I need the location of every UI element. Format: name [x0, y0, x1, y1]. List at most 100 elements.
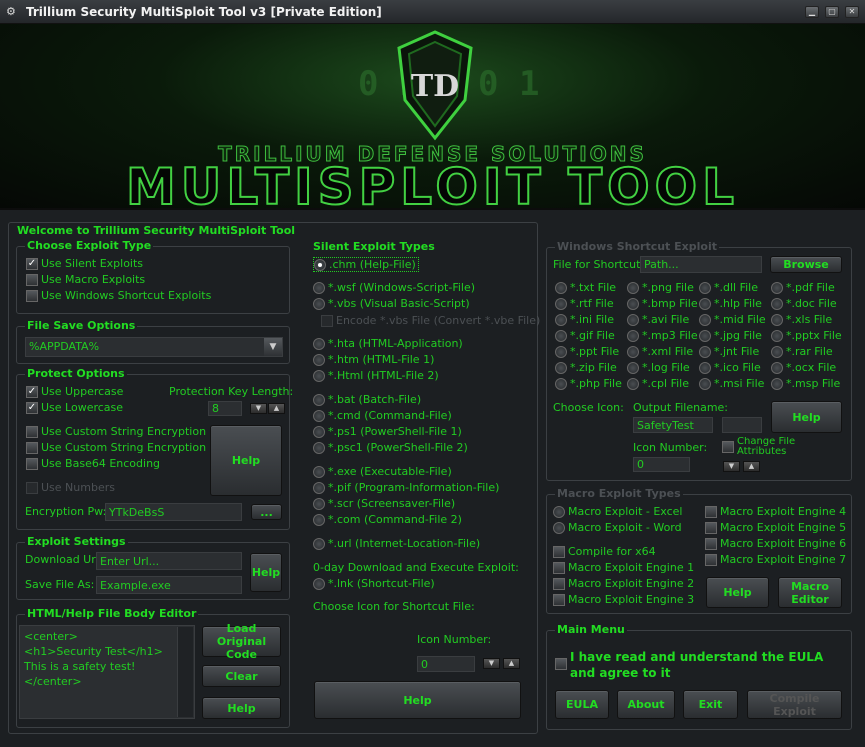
macro-engine-5-checkbox[interactable]: Macro Exploit Engine 5 — [705, 521, 846, 534]
radio-ext-mp3file[interactable]: *.mp3 File — [627, 329, 698, 342]
radio-ext-rtffile[interactable]: *.rtf File — [555, 297, 614, 310]
custom-encryption-2-checkbox[interactable]: Use Custom String Encryption 2 — [26, 441, 217, 454]
about-button[interactable]: About — [617, 690, 675, 719]
radio-ext-txtfile[interactable]: *.txt File — [555, 281, 616, 294]
radio-scr[interactable]: *.scr (Screensaver-File) — [313, 497, 455, 510]
protect-help-button[interactable]: Help — [210, 425, 282, 496]
radio-ext-ocxfile[interactable]: *.ocx File — [771, 361, 836, 374]
macro-editor-button[interactable]: Macro Editor — [778, 577, 842, 608]
macro-engine-6-checkbox[interactable]: Macro Exploit Engine 6 — [705, 537, 846, 550]
radio-lnk[interactable]: *.lnk (Shortcut-File) — [313, 577, 435, 590]
radio-ext-cplfile[interactable]: *.cpl File — [627, 377, 689, 390]
download-url-input[interactable]: Enter Url... — [96, 552, 242, 570]
lowercase-checkbox[interactable]: ✓ Use Lowercase — [26, 401, 123, 414]
maximize-button[interactable]: ▢ — [825, 6, 839, 18]
eula-agree-checkbox[interactable]: I have read and understand the EULA and … — [555, 649, 842, 681]
radio-ext-inifile[interactable]: *.ini File — [555, 313, 614, 326]
eula-button[interactable]: EULA — [555, 690, 609, 719]
minimize-button[interactable]: ▁ — [805, 6, 819, 18]
radio-ext-pptxfile[interactable]: *.pptx File — [771, 329, 842, 342]
base64-checkbox[interactable]: Use Base64 Encoding — [26, 457, 160, 470]
macro-engine-4-checkbox[interactable]: Macro Exploit Engine 4 — [705, 505, 846, 518]
macro-engine-3-checkbox[interactable]: Macro Exploit Engine 3 — [553, 593, 694, 606]
shortcut-help-button[interactable]: Help — [771, 401, 842, 433]
radio-ext-rarfile[interactable]: *.rar File — [771, 345, 833, 358]
shortcut-path-input[interactable]: Path... — [640, 256, 762, 273]
radio-vbs[interactable]: *.vbs (Visual Basic-Script) — [313, 297, 470, 310]
shortcut-icon-number-input[interactable]: 0 — [633, 457, 690, 472]
radio-ext-jntfile[interactable]: *.jnt File — [699, 345, 759, 358]
compile-x64-checkbox[interactable]: Compile for x64 — [553, 545, 656, 558]
spin-up-icon[interactable]: ▲ — [743, 461, 760, 472]
radio-ext-pngfile[interactable]: *.png File — [627, 281, 694, 294]
load-original-code-button[interactable]: Load Original Code — [202, 622, 281, 661]
close-button[interactable]: ✕ — [845, 6, 859, 18]
key-length-input[interactable]: 8 — [208, 401, 242, 416]
encryption-pw-input[interactable]: YTkDeBsS — [105, 503, 242, 521]
save-file-input[interactable]: Example.exe — [96, 576, 242, 594]
exit-button[interactable]: Exit — [683, 690, 738, 719]
radio-com[interactable]: *.com (Command-File 2) — [313, 513, 462, 526]
encryption-pw-generate-button[interactable]: ... — [251, 504, 282, 520]
radio-ext-logfile[interactable]: *.log File — [627, 361, 690, 374]
file-save-dropdown[interactable]: %APPDATA% ▼ — [25, 337, 283, 357]
clear-button[interactable]: Clear — [202, 665, 281, 687]
radio-ext-bmpfile[interactable]: *.bmp File — [627, 297, 698, 310]
radio-exe[interactable]: *.exe (Executable-File) — [313, 465, 452, 478]
macro-engine-7-checkbox[interactable]: Macro Exploit Engine 7 — [705, 553, 846, 566]
output-extension-input[interactable] — [722, 417, 762, 433]
uppercase-checkbox[interactable]: ✓ Use Uppercase — [26, 385, 123, 398]
html-body-editor[interactable]: <center> <h1>Security Test</h1> This is … — [19, 625, 195, 719]
radio-ext-xmlfile[interactable]: *.xml File — [627, 345, 693, 358]
radio-cmd[interactable]: *.cmd (Command-File) — [313, 409, 452, 422]
spin-down-icon[interactable]: ▼ — [723, 461, 740, 472]
change-attributes-checkbox[interactable]: Change File Attributes — [722, 437, 807, 459]
editor-scrollbar[interactable] — [177, 627, 193, 717]
browse-button[interactable]: Browse — [770, 256, 842, 273]
radio-ext-zipfile[interactable]: *.zip File — [555, 361, 617, 374]
radio-pif[interactable]: *.pif (Program-Information-File) — [313, 481, 499, 494]
radio-ext-xlsfile[interactable]: *.xls File — [771, 313, 832, 326]
radio-ext-midfile[interactable]: *.mid File — [699, 313, 766, 326]
silent-icon-number-input[interactable]: 0 — [417, 656, 475, 672]
radio-ext-dllfile[interactable]: *.dll File — [699, 281, 758, 294]
macro-help-button[interactable]: Help — [706, 577, 769, 608]
custom-encryption-1-checkbox[interactable]: Use Custom String Encryption 1 — [26, 425, 217, 438]
radio-ext-jpgfile[interactable]: *.jpg File — [699, 329, 762, 342]
compile-exploit-button[interactable]: Compile Exploit — [747, 690, 842, 719]
radio-html[interactable]: *.Html (HTML-File 2) — [313, 369, 439, 382]
spin-up-icon[interactable]: ▲ — [503, 658, 520, 669]
chevron-down-icon[interactable]: ▼ — [264, 338, 282, 356]
radio-url[interactable]: *.url (Internet-Location-File) — [313, 537, 480, 550]
radio-ext-giffile[interactable]: *.gif File — [555, 329, 615, 342]
silent-exploits-checkbox[interactable]: ✓ Use Silent Exploits — [26, 257, 143, 270]
title-bar[interactable]: ⚙ Trillium Security MultiSploit Tool v3 … — [0, 0, 865, 24]
output-filename-input[interactable]: SafetyTest — [633, 417, 713, 433]
spin-up-icon[interactable]: ▲ — [268, 403, 285, 414]
silent-help-button[interactable]: Help — [314, 681, 521, 719]
radio-ext-docfile[interactable]: *.doc File — [771, 297, 837, 310]
radio-psc1[interactable]: *.psc1 (PowerShell-File 2) — [313, 441, 468, 454]
numbers-checkbox[interactable]: Use Numbers — [26, 481, 115, 494]
radio-ext-hlpfile[interactable]: *.hlp File — [699, 297, 762, 310]
spin-down-icon[interactable]: ▼ — [483, 658, 500, 669]
radio-ext-pptfile[interactable]: *.ppt File — [555, 345, 619, 358]
radio-ext-avifile[interactable]: *.avi File — [627, 313, 689, 326]
macro-engine-2-checkbox[interactable]: Macro Exploit Engine 2 — [553, 577, 694, 590]
radio-ps1[interactable]: *.ps1 (PowerShell-File 1) — [313, 425, 462, 438]
radio-bat[interactable]: *.bat (Batch-File) — [313, 393, 421, 406]
encode-vbs-checkbox[interactable]: Encode *.vbs File (Convert *.vbe File) — [321, 314, 540, 327]
radio-macro-word[interactable]: Macro Exploit - Word — [553, 521, 682, 534]
shortcut-exploits-checkbox[interactable]: Use Windows Shortcut Exploits — [26, 289, 211, 302]
radio-ext-pdffile[interactable]: *.pdf File — [771, 281, 835, 294]
radio-hta[interactable]: *.hta (HTML-Application) — [313, 337, 463, 350]
editor-help-button[interactable]: Help — [202, 697, 281, 719]
radio-htm[interactable]: *.htm (HTML-File 1) — [313, 353, 434, 366]
radio-macro-excel[interactable]: Macro Exploit - Excel — [553, 505, 683, 518]
radio-ext-mspfile[interactable]: *.msp File — [771, 377, 840, 390]
radio-ext-icofile[interactable]: *.ico File — [699, 361, 761, 374]
radio-wsf[interactable]: *.wsf (Windows-Script-File) — [313, 281, 475, 294]
radio-chm[interactable]: .chm (Help-File) — [313, 257, 419, 272]
macro-exploits-checkbox[interactable]: Use Macro Exploits — [26, 273, 145, 286]
exploit-settings-help-button[interactable]: Help — [250, 553, 282, 592]
